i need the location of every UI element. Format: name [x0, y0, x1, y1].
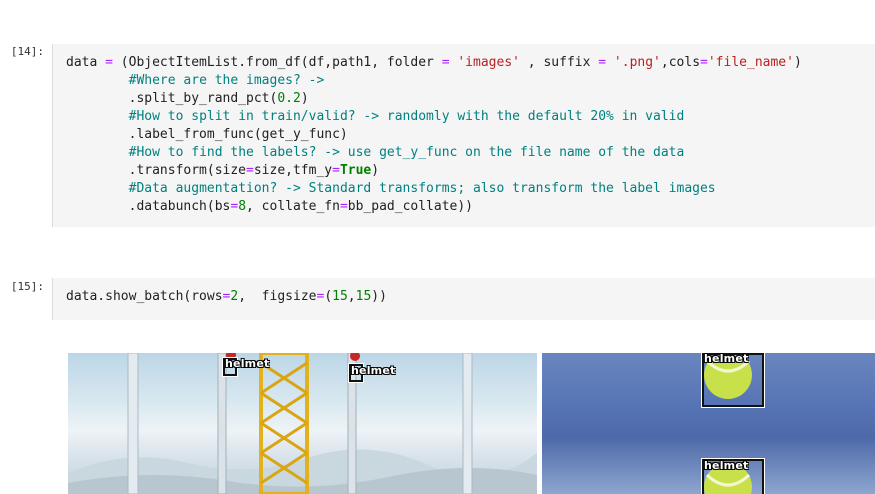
code-cell-input[interactable]: data.show_batch(rows=2, figsize=(15,15)) — [52, 278, 875, 320]
code-token: 'file_name' — [707, 55, 794, 70]
code-token: #How to find the labels? -> use get_y_fu… — [128, 145, 685, 160]
code-token: 15 — [355, 289, 372, 304]
batch-image-right: helmet helmet — [542, 353, 875, 494]
code-line: #How to find the labels? -> use get_y_fu… — [66, 144, 875, 162]
code-token: ) — [371, 163, 380, 178]
code-token: ) — [793, 55, 802, 70]
code-token: , suffix — [519, 55, 599, 70]
bbox-label: helmet — [351, 364, 396, 377]
code-token: #How to split in train/valid? -> randoml… — [128, 109, 685, 124]
code-token: 'images' — [457, 55, 520, 70]
code-token: (ObjectItemList.from_df(df,path1, folder — [112, 55, 442, 70]
code-token: .transform(size — [66, 163, 247, 178]
code-token: )) — [371, 289, 387, 304]
code-line: #Data augmentation? -> Standard transfor… — [66, 180, 875, 198]
code-token: = — [700, 55, 708, 70]
code-token: ) — [300, 91, 309, 106]
code-token: ,cols — [660, 55, 701, 70]
code-token: data — [66, 55, 106, 70]
code-token: = — [332, 163, 340, 178]
code-block[interactable]: data.show_batch(rows=2, figsize=(15,15)) — [53, 288, 875, 306]
code-line: .split_by_rand_pct(0.2) — [66, 90, 875, 108]
code-token: '.png' — [613, 55, 661, 70]
code-line: #How to split in train/valid? -> randoml… — [66, 108, 875, 126]
code-token: = — [598, 55, 607, 70]
code-token: bb_pad_collate)) — [347, 199, 474, 214]
code-line: #Where are the images? -> — [66, 72, 875, 90]
code-token: , — [347, 289, 356, 304]
code-token: #Where are the images? -> — [128, 73, 325, 88]
bbox-label: helmet — [225, 357, 270, 370]
code-token: 8 — [238, 199, 247, 214]
code-token: size,tfm_y — [253, 163, 333, 178]
code-line: .databunch(bs=8, collate_fn=bb_pad_colla… — [66, 198, 875, 216]
bbox-label: helmet — [704, 353, 749, 365]
crane-scene-graphic — [68, 353, 537, 494]
code-line: data = (ObjectItemList.from_df(df,path1,… — [66, 54, 875, 72]
code-cell-input[interactable]: data = (ObjectItemList.from_df(df,path1,… — [52, 44, 875, 227]
code-line: data.show_batch(rows=2, figsize=(15,15)) — [66, 288, 875, 306]
batch-image-left: helmet helmet — [68, 353, 537, 494]
code-token: .split_by_rand_pct( — [66, 91, 278, 106]
code-token: #Data augmentation? -> Standard transfor… — [128, 181, 716, 196]
code-token: 0.2 — [277, 91, 301, 106]
code-token: .databunch(bs — [66, 199, 231, 214]
code-token: True — [339, 163, 372, 178]
code-line: .label_from_func(get_y_func) — [66, 126, 875, 144]
code-token: 15 — [332, 289, 348, 304]
code-token: data.show_batch(rows — [66, 289, 223, 304]
code-token: = — [246, 163, 254, 178]
code-line: .transform(size=size,tfm_y=True) — [66, 162, 875, 180]
code-token: , figsize — [238, 289, 317, 304]
code-token: .label_from_func(get_y_func) — [66, 127, 348, 142]
cell-output: helmet helmet helmet helmet — [68, 353, 875, 494]
code-block[interactable]: data = (ObjectItemList.from_df(df,path1,… — [53, 54, 875, 216]
code-token: ( — [324, 289, 333, 304]
cell-prompt: [14]: — [10, 45, 44, 58]
code-token: , collate_fn — [246, 199, 340, 214]
code-token: = — [105, 55, 113, 70]
code-token: = — [339, 199, 348, 214]
cell-prompt: [15]: — [10, 280, 44, 293]
code-token: = — [441, 55, 450, 70]
bbox-label: helmet — [704, 459, 749, 472]
